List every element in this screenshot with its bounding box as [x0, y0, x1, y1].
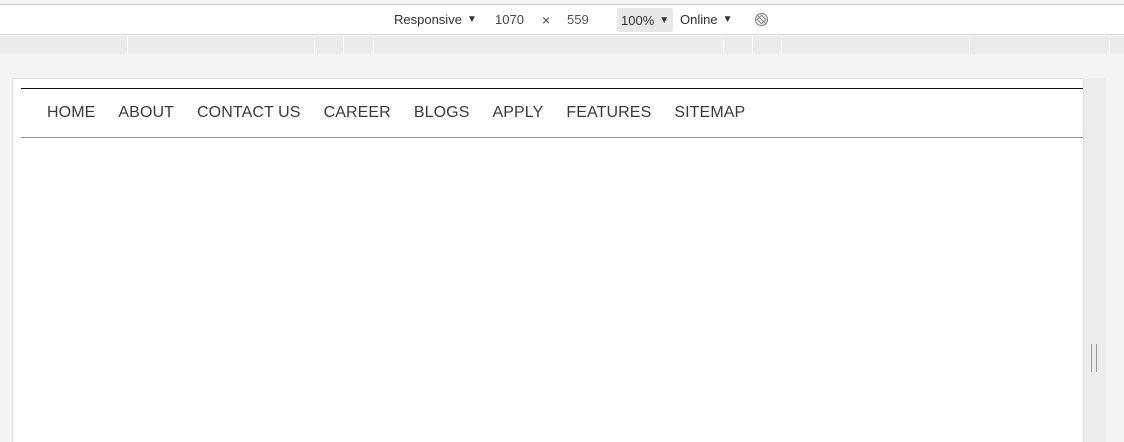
device-mode-label: Responsive [394, 12, 462, 27]
zoom-label: 100% [621, 12, 655, 28]
media-query-divider [723, 36, 724, 54]
media-query-divider [781, 36, 782, 54]
nav-item-sitemap[interactable]: SITEMAP [674, 104, 745, 122]
site-navigation: HOME ABOUT CONTACT US CAREER BLOGS APPLY… [21, 88, 1083, 138]
page-viewport: HOME ABOUT CONTACT US CAREER BLOGS APPLY… [12, 78, 1084, 442]
nav-item-contact-us[interactable]: CONTACT US [197, 104, 301, 122]
nav-item-career[interactable]: CAREER [324, 104, 391, 122]
media-query-divider [752, 36, 753, 54]
nav-item-about[interactable]: ABOUT [118, 104, 174, 122]
throttle-dropdown[interactable]: Online ▼ [680, 5, 732, 34]
nav-list: HOME ABOUT CONTACT US CAREER BLOGS APPLY… [21, 89, 1083, 137]
viewport-height-value: 559 [567, 12, 589, 27]
nav-item-features[interactable]: FEATURES [566, 104, 651, 122]
nav-item-apply[interactable]: APPLY [492, 104, 543, 122]
media-query-divider [1109, 36, 1110, 54]
caret-down-icon: ▼ [466, 14, 477, 25]
viewport-resize-gutter [1084, 78, 1106, 442]
viewport-width-input[interactable]: 1070 [495, 5, 537, 34]
throttle-label: Online [680, 12, 718, 27]
zoom-dropdown[interactable]: 100% ▼ [617, 8, 674, 32]
viewport-width-value: 1070 [495, 12, 524, 27]
caret-down-icon: ▼ [722, 14, 733, 25]
nav-item-blogs[interactable]: BLOGS [414, 104, 470, 122]
media-query-divider [314, 36, 315, 54]
media-query-divider [969, 36, 970, 54]
device-toolbar: Responsive ▼ 1070 × 559 100% ▼ Online ▼ [0, 4, 1124, 35]
device-mode-dropdown[interactable]: Responsive ▼ [394, 5, 477, 34]
media-query-divider [127, 36, 128, 54]
media-query-divider [343, 36, 344, 54]
viewport-height-input[interactable]: 559 [567, 5, 589, 34]
rotate-disabled-icon[interactable] [754, 12, 769, 27]
resize-handle-icon[interactable] [1091, 344, 1097, 372]
nav-item-home[interactable]: HOME [47, 104, 95, 122]
media-query-divider [373, 36, 374, 54]
caret-down-icon: ▼ [659, 14, 670, 26]
dimension-separator: × [542, 11, 551, 28]
media-query-bar[interactable] [0, 36, 1124, 54]
